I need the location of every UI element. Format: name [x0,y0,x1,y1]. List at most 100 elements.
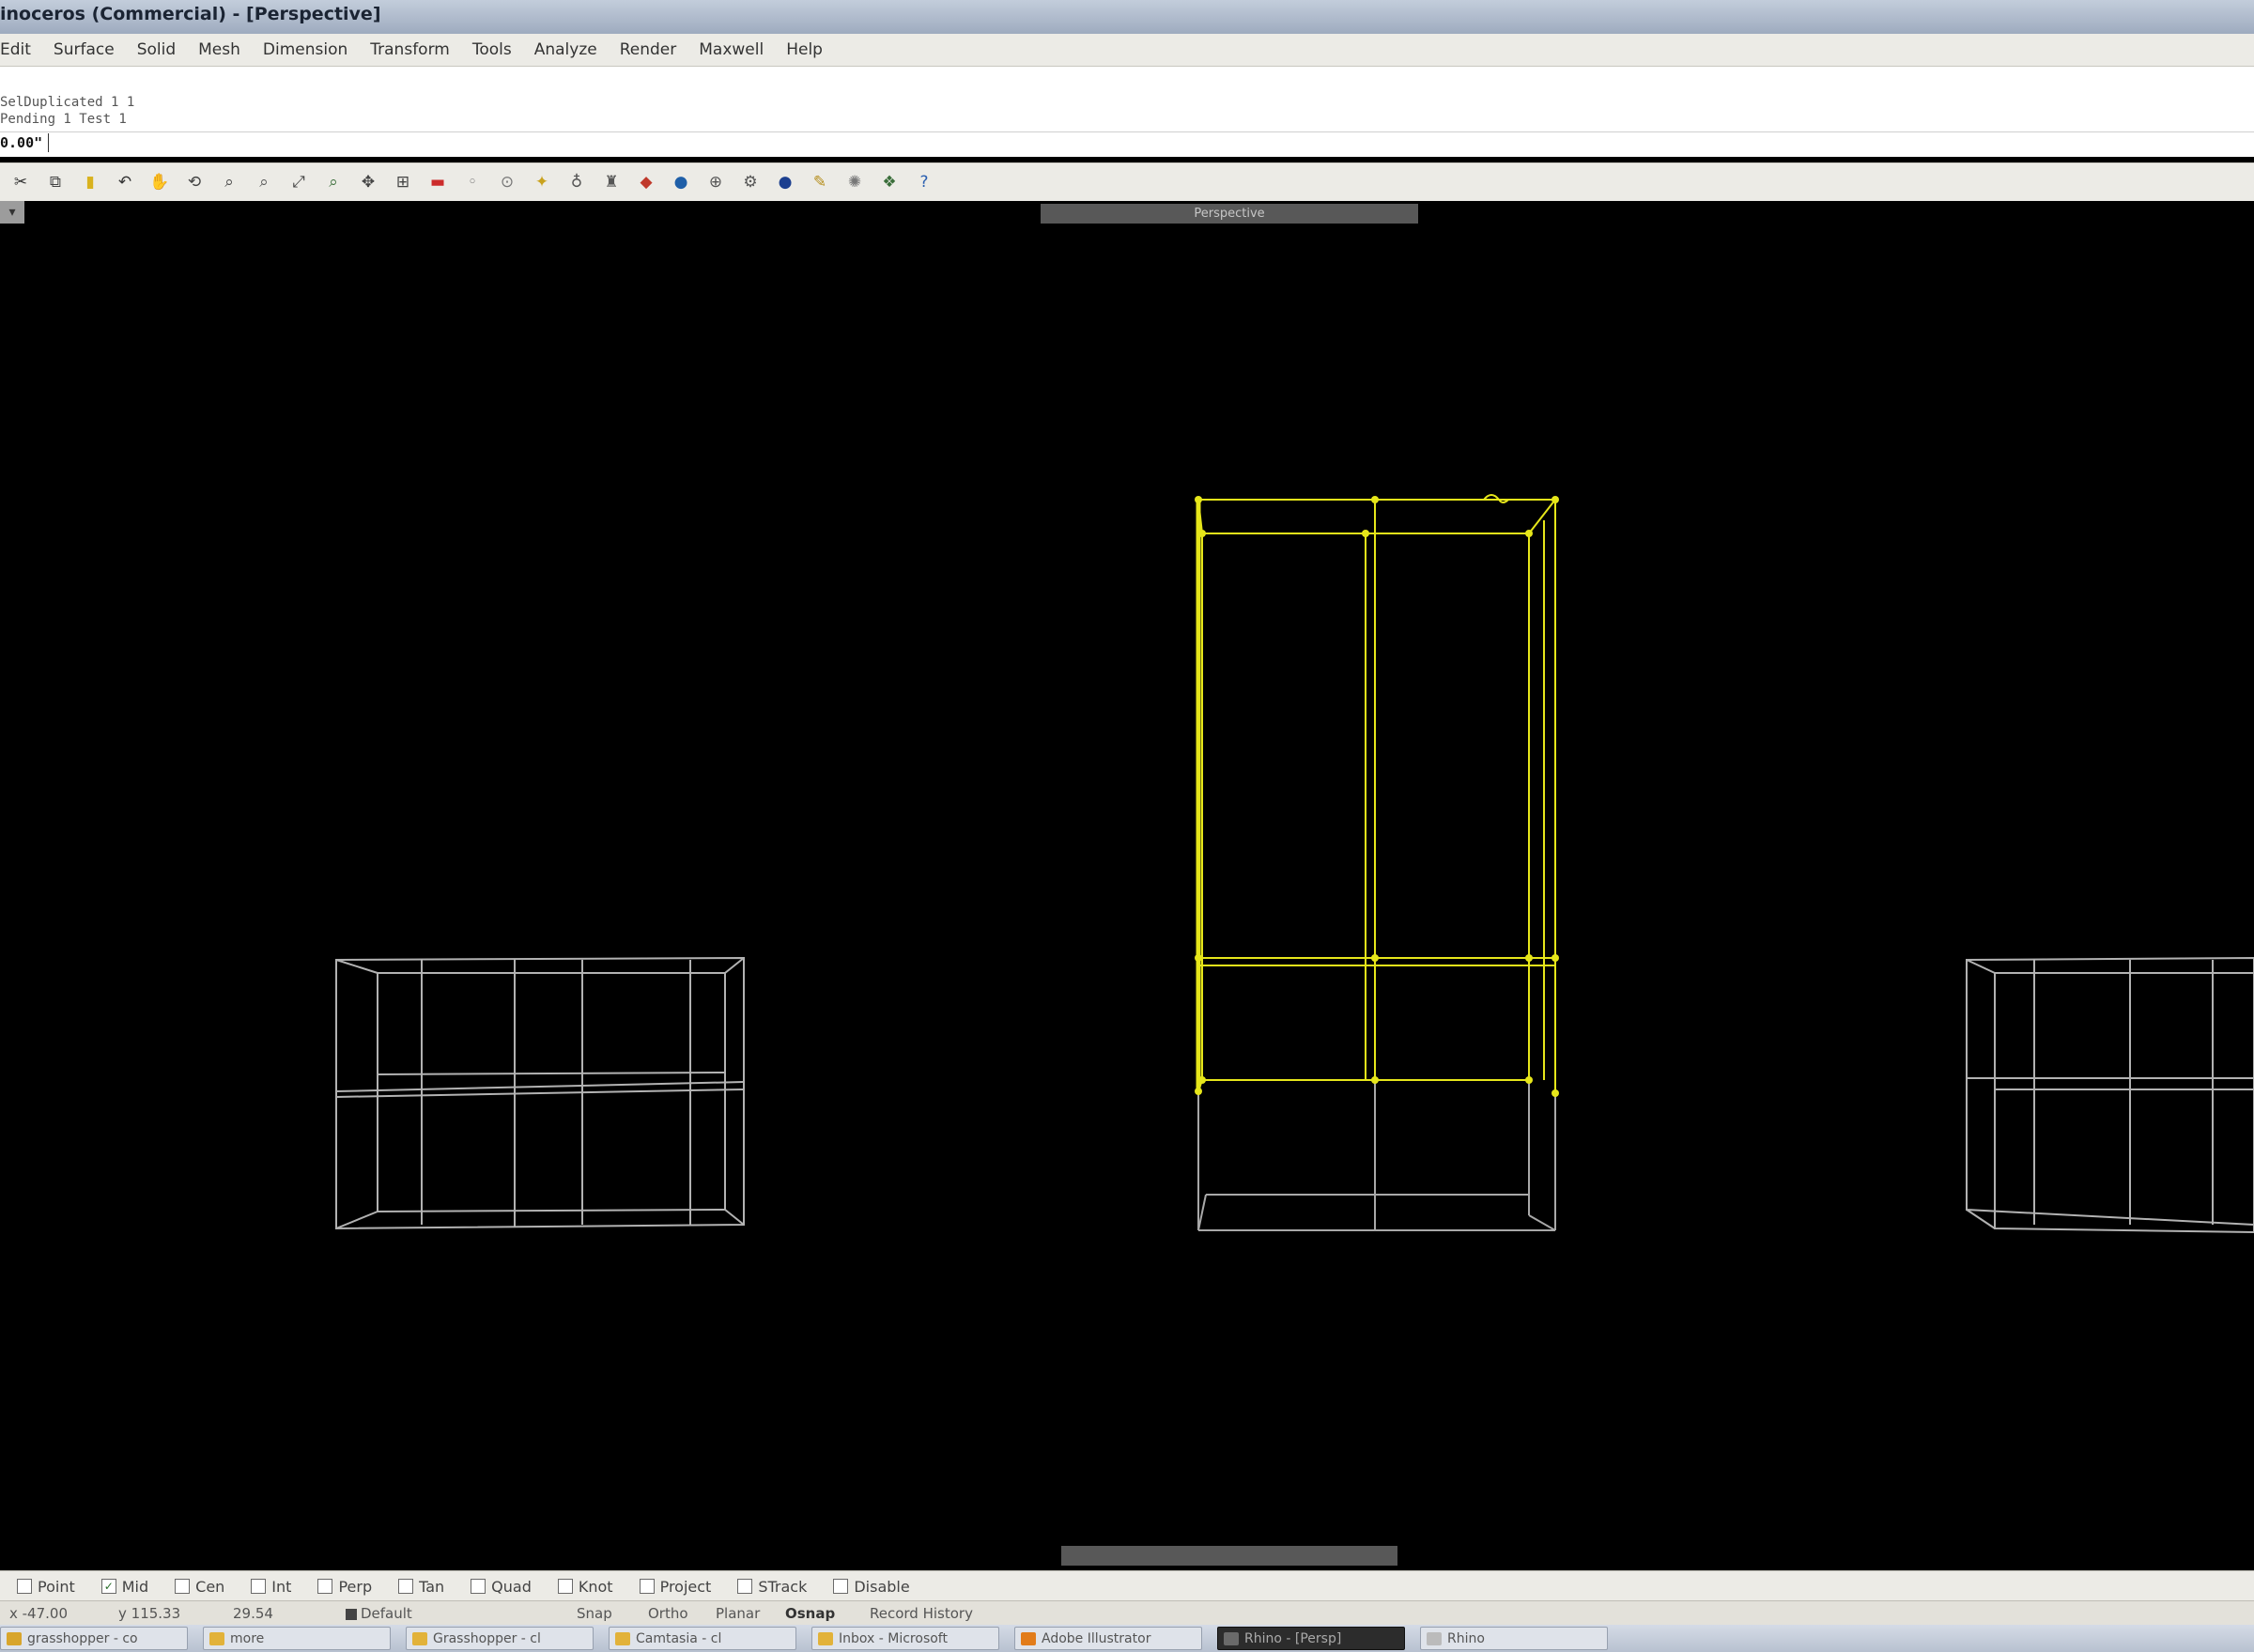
menu-item[interactable]: Maxwell [699,40,764,59]
material-icon[interactable]: ◆ [632,168,660,196]
osnap-quad[interactable]: Quad [471,1578,532,1596]
pan-hand-icon[interactable]: ✋ [146,168,174,196]
taskbar-label: Camtasia - cl [636,1630,722,1646]
taskbar-label: Inbox - Microsoft [839,1630,948,1646]
globe-icon[interactable]: ⊕ [702,168,730,196]
status-y-coordinate: y 115.33 [118,1605,181,1622]
status-layer-name: Default [361,1605,412,1622]
zoom-selected-icon[interactable]: ⌕ [319,168,347,196]
undo-icon[interactable]: ↶ [111,168,139,196]
cabinet-left-wireframe[interactable] [335,956,745,1230]
osnap-checkbox[interactable] [17,1579,32,1594]
osnap-checkbox[interactable] [737,1579,753,1594]
cut-icon[interactable]: ✂ [7,168,35,196]
taskbar-label: Adobe Illustrator [1042,1630,1151,1646]
osnap-cen[interactable]: Cen [175,1578,224,1596]
settings-icon[interactable]: ⚙ [736,168,764,196]
menu-item[interactable]: Transform [370,40,450,59]
shaded-sphere-icon[interactable]: ● [771,168,799,196]
osnap-project[interactable]: Project [639,1577,712,1596]
status-mode-record-history[interactable]: Record History [870,1605,973,1622]
cabinet-right-wireframe[interactable] [1966,956,2254,1234]
status-layer[interactable]: Default [346,1605,412,1622]
osnap-label: Perp [338,1577,373,1596]
rotate-view-icon[interactable]: ⟲ [180,168,208,196]
osnap-tan[interactable]: Tan [398,1578,444,1596]
menu-item[interactable]: Solid [137,40,176,59]
app-icon [818,1631,833,1645]
osnap-label: Cen [195,1577,225,1596]
osnap-checkbox[interactable]: ✓ [100,1579,116,1594]
osnap-point[interactable]: Point [17,1578,75,1596]
taskbar-button[interactable]: Grasshopper - cl [406,1627,594,1650]
wireframe-scene [335,494,2254,1234]
paste-icon[interactable]: ▮ [76,168,104,196]
osnap-label: Knot [578,1577,613,1596]
menu-item[interactable]: Help [786,40,823,59]
lock-icon[interactable]: ♜ [597,168,625,196]
help-icon[interactable]: ? [910,168,938,196]
osnap-checkbox[interactable] [639,1579,655,1594]
osnap-label: STrack [758,1577,808,1596]
light-icon[interactable]: ♁ [563,168,591,196]
osnap-checkbox[interactable] [471,1579,486,1594]
taskbar-button[interactable]: Camtasia - cl [609,1627,796,1650]
command-history-line-1: SelDuplicated 1 1 [0,95,135,110]
zoom-icon[interactable]: ⌕ [215,168,243,196]
osnap-label: Project [659,1577,712,1596]
osnap-checkbox[interactable] [833,1579,849,1594]
command-input[interactable] [48,133,617,152]
status-mode-planar[interactable]: Planar [716,1605,760,1622]
status-mode-ortho[interactable]: Ortho [648,1605,688,1622]
osnap-checkbox[interactable] [398,1579,414,1594]
plugin-icon[interactable]: ❖ [875,168,903,196]
osnap-disable[interactable]: Disable [833,1578,910,1596]
copy-icon[interactable]: ⧉ [41,168,69,196]
properties-icon[interactable]: ◦ [458,168,486,196]
cabinet-tall-base-wireframe [1197,1080,1556,1231]
menu-item[interactable]: Tools [472,40,512,59]
window-title: inoceros (Commercial) - [Perspective] [0,4,381,24]
osnap-knot[interactable]: Knot [557,1577,613,1596]
taskbar-button[interactable]: Rhino [1420,1627,1608,1650]
status-mode-osnap[interactable]: Osnap [785,1605,835,1622]
standard-toolbar: ✂ ⧉ ▮ ↶ ✋ ⟲ ⌕ ⌕ ⤢ ⌕ ✥ ⊞ ▬ ◦ ⊙ ✦ ♁ ♜ ◆ ● ⊕ ⚙ ● ✎ ✺ ❖? [0,162,2254,202]
render-sphere-icon[interactable]: ● [667,168,695,196]
layer-icon[interactable]: ▬ [424,168,452,196]
status-mode-snap[interactable]: Snap [577,1605,612,1622]
taskbar-button[interactable]: Rhino - [Persp] [1217,1627,1405,1650]
taskbar-button[interactable]: grasshopper - co [0,1627,188,1650]
pan-view-icon[interactable]: ✥ [354,168,382,196]
osnap-strack[interactable]: STrack [737,1578,807,1596]
cabinet-tall-selected-wireframe[interactable] [1196,494,1556,1093]
environment-icon[interactable]: ✺ [841,168,869,196]
menu-item[interactable]: Render [620,40,677,59]
app-icon [209,1631,224,1645]
osnap-perp[interactable]: Perp [317,1578,372,1596]
grid-icon[interactable]: ⊞ [389,168,417,196]
menu-item[interactable]: Mesh [198,40,240,59]
perspective-viewport[interactable]: ▾ Perspective [0,201,2254,1570]
osnap-checkbox[interactable] [317,1579,333,1594]
menu-item[interactable]: Analyze [534,40,597,59]
selection-grips[interactable] [1195,496,1559,1097]
osnap-int[interactable]: Int [251,1578,291,1596]
menu-item[interactable]: Surface [54,40,115,59]
taskbar-button[interactable]: Adobe Illustrator [1014,1627,1202,1650]
point-snap-icon[interactable]: ✦ [528,168,556,196]
osnap-checkbox[interactable] [175,1579,191,1594]
osnap-mid[interactable]: ✓ Mid [100,1578,148,1596]
menu-item[interactable]: Dimension [263,40,347,59]
command-prompt: 0.00" [0,134,43,151]
osnap-checkbox[interactable] [557,1579,573,1594]
zoom-extents-icon[interactable]: ⤢ [285,168,313,196]
select-icon[interactable]: ⊙ [493,168,521,196]
taskbar-button[interactable]: Inbox - Microsoft [811,1627,999,1650]
taskbar-label: more [230,1630,265,1646]
taskbar-button[interactable]: more [203,1627,391,1650]
osnap-checkbox[interactable] [251,1579,267,1594]
command-history-line-2: Pending 1 Test 1 [0,112,127,127]
script-icon[interactable]: ✎ [806,168,834,196]
zoom-window-icon[interactable]: ⌕ [250,168,278,196]
menu-item[interactable]: Edit [0,40,31,59]
